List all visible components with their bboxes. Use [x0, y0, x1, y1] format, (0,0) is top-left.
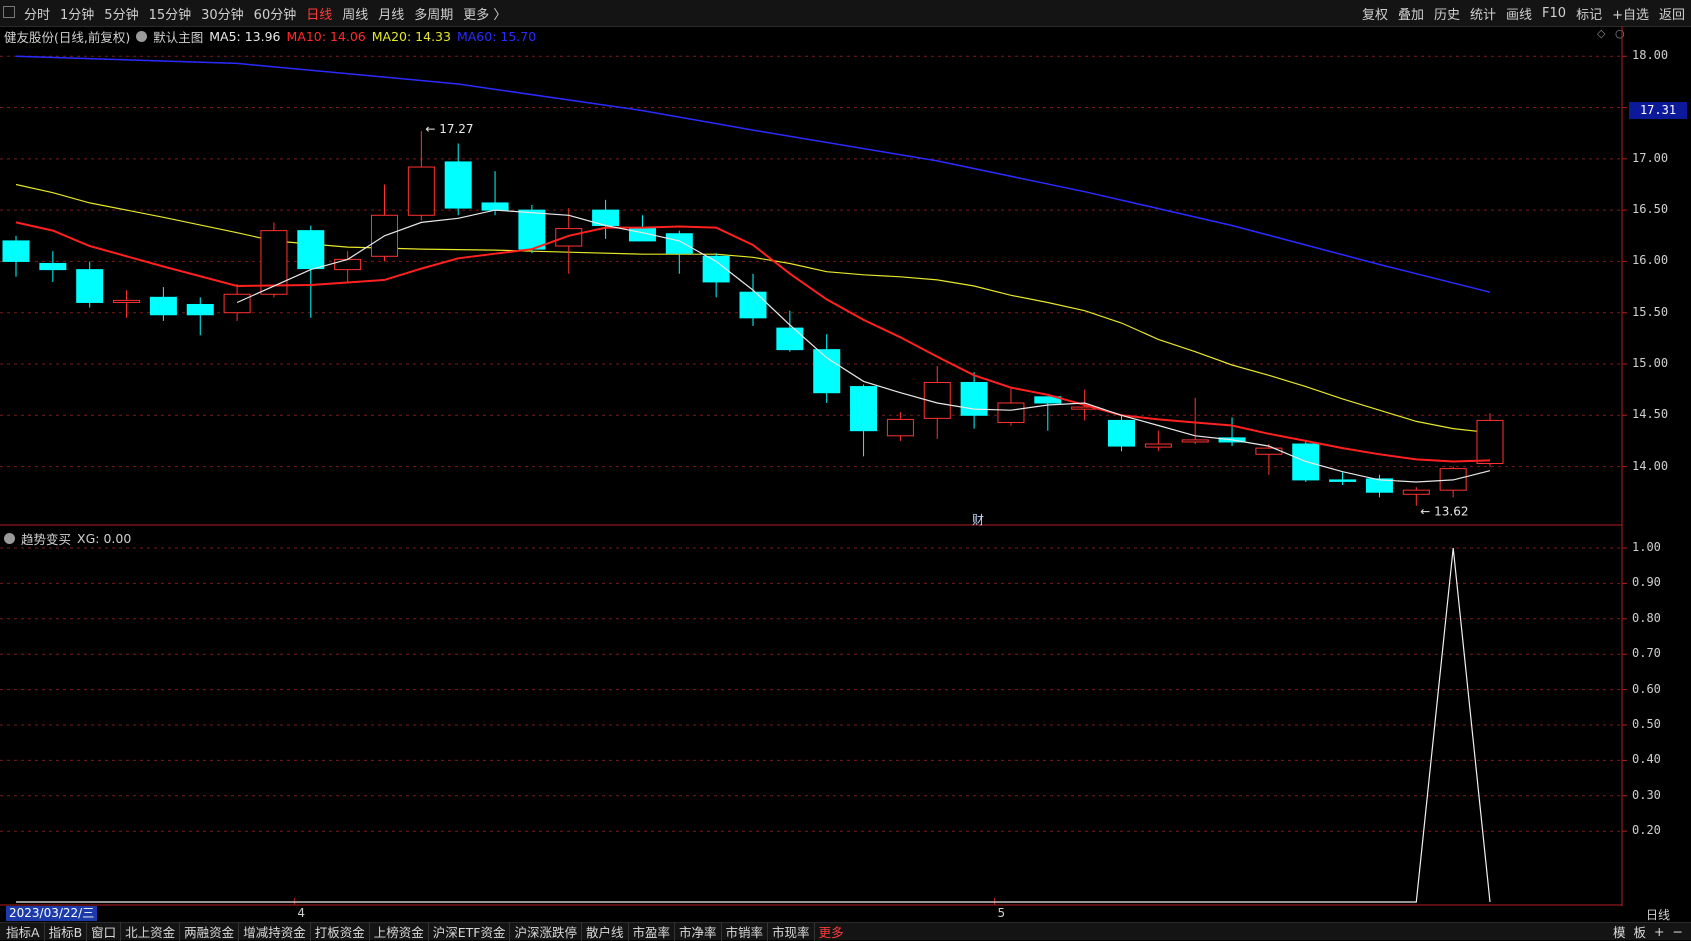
high-annotation: ← 17.27: [425, 122, 473, 136]
indicator-tab[interactable]: 市净率: [675, 922, 722, 941]
bottom-control[interactable]: 模: [1613, 922, 1626, 941]
period-tag: 日线: [1646, 908, 1671, 922]
indicator-tab[interactable]: 散户线: [582, 922, 629, 941]
price-tick-label: 14.50: [1632, 407, 1669, 422]
current-price-tag: 17.31: [1629, 102, 1687, 119]
indicator-tick-label: 0.60: [1632, 681, 1661, 696]
candle-up: [1181, 439, 1209, 443]
indicator-tab[interactable]: 打板资金: [311, 922, 370, 941]
indicator-tick-label: 0.90: [1632, 575, 1661, 590]
candle-down: [960, 381, 988, 416]
indicator-tab[interactable]: 指标A: [2, 922, 45, 941]
candle-up: [334, 258, 362, 271]
candle-down: [76, 269, 104, 303]
price-tick-label: 15.50: [1632, 304, 1669, 319]
candle-up: [1255, 447, 1283, 455]
candle-down: [518, 209, 546, 250]
candle-down: [186, 304, 214, 316]
candle-down: [297, 230, 325, 270]
low-annotation: ← 13.62: [1420, 505, 1468, 519]
candle-up: [886, 418, 914, 437]
price-tick-label: 18.00: [1632, 48, 1669, 63]
month-label: 4: [297, 906, 305, 920]
indicator-tick-label: 0.50: [1632, 717, 1661, 731]
more-tab[interactable]: 更多: [815, 922, 848, 941]
price-tick-label: 16.00: [1632, 253, 1669, 268]
indicator-tick-label: 0.20: [1632, 823, 1661, 838]
price-tick-label: 16.50: [1632, 202, 1669, 217]
candle-down: [776, 327, 804, 351]
indicator-tab[interactable]: 上榜资金: [370, 922, 429, 941]
price-tick-label: 14.00: [1632, 458, 1669, 473]
indicator-tab[interactable]: 市销率: [722, 922, 769, 941]
candle-down: [739, 291, 767, 319]
candle-up: [1402, 489, 1430, 495]
candle-down: [813, 349, 841, 394]
ma10-line: [15, 221, 1491, 463]
indicator-name[interactable]: 趋势变买: [21, 529, 71, 548]
indicator-tab[interactable]: 北上资金: [121, 922, 181, 941]
candle-up: [1144, 443, 1172, 448]
indicator-tab[interactable]: 沪深涨跌停: [510, 922, 582, 941]
candle-down: [444, 161, 472, 209]
bottom-control[interactable]: 板: [1634, 922, 1647, 941]
indicator-tick-label: 1.00: [1632, 540, 1661, 554]
candle-down: [850, 386, 878, 432]
cursor-date: 2023/03/22/三: [6, 906, 98, 921]
candle-up: [223, 293, 251, 314]
candle-down: [1108, 419, 1135, 447]
candle-down: [39, 262, 67, 271]
indicator-tab[interactable]: 市盈率: [629, 922, 676, 941]
candle-down: [481, 202, 509, 211]
candle-up: [113, 299, 141, 303]
candle-up: [407, 166, 435, 216]
candle-up: [997, 402, 1025, 423]
indicator-value: XG: 0.00: [77, 530, 132, 546]
sub-chart-info: 趋势变买 XG: 0.00: [4, 529, 137, 547]
bottom-control[interactable]: +: [1654, 924, 1664, 939]
price-tick-label: 15.00: [1632, 356, 1669, 370]
indicator-tab[interactable]: 窗口: [87, 922, 122, 941]
indicator-tab[interactable]: 两融资金: [180, 922, 240, 941]
indicator-tab[interactable]: 增减持资金: [239, 922, 311, 941]
indicator-tab[interactable]: 指标B: [45, 922, 88, 941]
bottom-toolbar: 指标A 指标B 窗口 北上资金 两融资金 增减持资金 打板资金 上榜资金 沪深ETF资金 沪深涨跌…: [0, 922, 1691, 941]
finance-badge[interactable]: 财: [972, 511, 984, 528]
candle-down: [1329, 479, 1357, 482]
indicator-tick-label: 0.40: [1632, 752, 1661, 767]
month-label: 5: [998, 906, 1006, 920]
indicator-tab[interactable]: 市现率: [768, 922, 815, 941]
indicator-tick-label: 0.70: [1632, 646, 1661, 661]
indicator-tabs: 指标A 指标B 窗口 北上资金 两融资金 增减持资金 打板资金 上榜资金 沪深ETF资金 沪深涨跌…: [2, 922, 848, 941]
indicator-tab[interactable]: 沪深ETF资金: [429, 922, 511, 941]
indicator-tick-label: 0.30: [1632, 787, 1661, 802]
indicator-toggle-icon[interactable]: [4, 532, 15, 544]
bottom-control[interactable]: −: [1673, 924, 1683, 939]
stock-chart[interactable]: 4 5 ← 17.27 ← 13.62: [0, 0, 1691, 939]
price-tick-label: 17.00: [1632, 150, 1669, 165]
candle-up: [555, 228, 583, 247]
candle-down: [149, 296, 177, 316]
candle-down: [2, 240, 30, 262]
candle-up: [1476, 419, 1504, 465]
candle-down: [665, 233, 693, 254]
bottom-right-controls: 模板 + −: [1605, 923, 1683, 940]
indicator-tick-label: 0.80: [1632, 610, 1661, 625]
